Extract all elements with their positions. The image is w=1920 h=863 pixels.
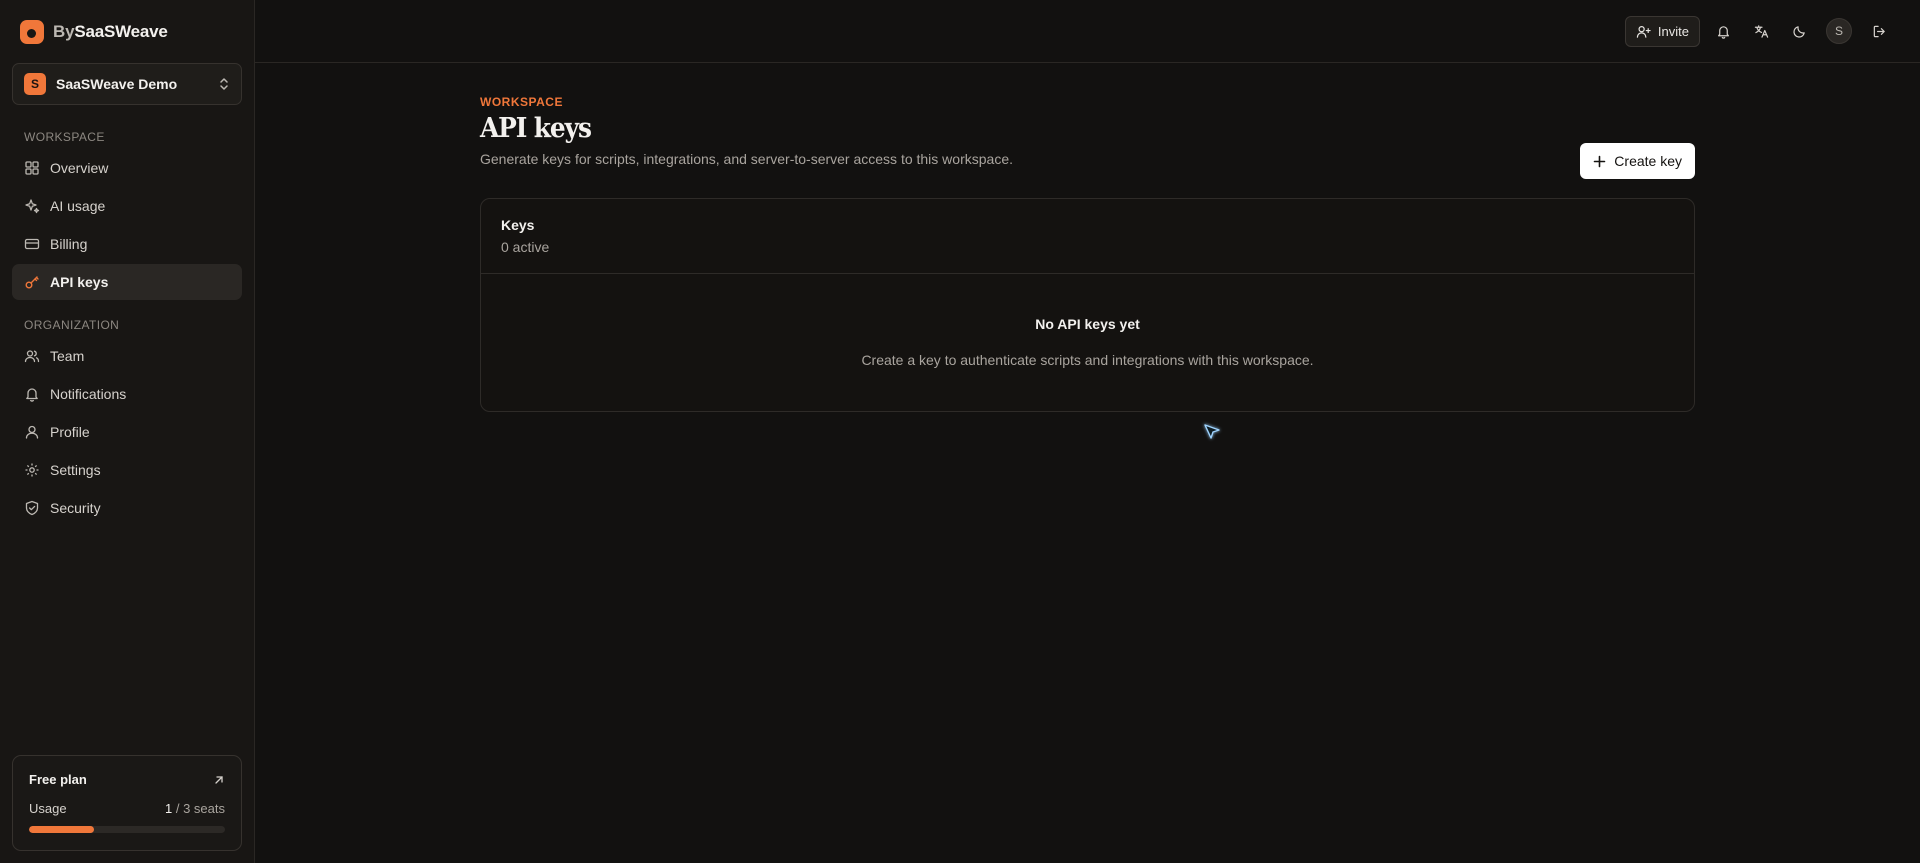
bell-icon — [1717, 25, 1729, 39]
sidebar-item-label: Notifications — [50, 386, 127, 402]
plan-title: Free plan — [29, 772, 87, 787]
keys-card: Keys 0 active No API keys yet Create a k… — [480, 198, 1695, 412]
user-avatar[interactable]: S — [1826, 18, 1852, 44]
brand-prefix: By — [53, 21, 75, 41]
keys-active-count: 0 active — [501, 239, 550, 255]
moon-icon — [1792, 25, 1805, 38]
nav-heading-organization: ORGANIZATION — [24, 318, 120, 332]
create-key-label: Create key — [1614, 153, 1682, 169]
page-content: WORKSPACE API keys Generate keys for scr… — [480, 95, 1695, 412]
grid-icon — [25, 161, 39, 175]
invite-button[interactable]: Invite — [1624, 15, 1700, 47]
plus-icon — [1593, 155, 1606, 167]
sidebar-item-label: Billing — [50, 236, 88, 252]
shield-icon — [25, 500, 39, 516]
workspace-nav: WORKSPACE Overview AI usage Billing API … — [0, 130, 254, 300]
page-title: API keys — [480, 113, 592, 144]
keys-card-header: Keys 0 active — [481, 199, 1694, 274]
sidebar-item-label: Team — [50, 348, 85, 364]
sidebar-item-billing[interactable]: Billing — [12, 226, 242, 262]
workspace-name: SaaSWeave Demo — [56, 76, 178, 92]
empty-state-description: Create a key to authenticate scripts and… — [861, 352, 1314, 368]
create-key-button[interactable]: Create key — [1580, 143, 1695, 179]
sparkles-icon — [25, 199, 40, 214]
logout-icon — [1873, 25, 1885, 37]
empty-state-title: No API keys yet — [1035, 316, 1140, 332]
chevron-up-down-icon — [220, 78, 228, 90]
mouse-cursor-icon — [1204, 424, 1220, 439]
usage-progress-fill — [29, 826, 94, 833]
users-icon — [24, 350, 40, 363]
sidebar-item-label: Settings — [50, 462, 101, 478]
sidebar-item-overview[interactable]: Overview — [12, 150, 242, 186]
translate-icon — [1754, 24, 1768, 38]
usage-progress-bar — [29, 826, 225, 833]
usage-total: 3 seats — [183, 801, 225, 816]
user-icon — [25, 425, 39, 439]
sidebar-item-security[interactable]: Security — [12, 490, 242, 526]
page-eyebrow: WORKSPACE — [480, 95, 563, 109]
workspace-avatar: S — [24, 73, 46, 95]
sidebar-item-label: Overview — [50, 160, 109, 176]
logout-button[interactable] — [1864, 16, 1894, 46]
language-button[interactable] — [1746, 16, 1776, 46]
sidebar-item-label: API keys — [50, 274, 109, 290]
sidebar-item-profile[interactable]: Profile — [12, 414, 242, 450]
sidebar-item-team[interactable]: Team — [12, 338, 242, 374]
sidebar-item-api-keys[interactable]: API keys — [12, 264, 242, 300]
usage-count: 1 / 3 seats — [165, 801, 225, 816]
brand-name: BySaaSWeave — [53, 22, 168, 42]
plan-card: Free plan Usage 1 / 3 seats — [12, 755, 242, 851]
main-area: Invite S WORKSPACE API keys Generate key… — [255, 0, 1920, 863]
credit-card-icon — [24, 238, 40, 250]
bell-icon — [26, 388, 38, 402]
keys-title: Keys — [501, 217, 535, 233]
sidebar: BySaaSWeave S SaaSWeave Demo WORKSPACE O… — [0, 0, 255, 863]
sidebar-item-ai-usage[interactable]: AI usage — [12, 188, 242, 224]
workspace-switcher[interactable]: S SaaSWeave Demo — [12, 63, 242, 105]
brand[interactable]: BySaaSWeave — [0, 0, 254, 63]
theme-toggle-button[interactable] — [1784, 16, 1814, 46]
usage-label: Usage — [29, 801, 67, 816]
notifications-button[interactable] — [1708, 16, 1738, 46]
sidebar-item-label: Security — [50, 500, 101, 516]
gear-icon — [25, 463, 39, 477]
empty-state: No API keys yet Create a key to authenti… — [481, 274, 1694, 411]
key-icon — [25, 276, 39, 289]
app-root: BySaaSWeave S SaaSWeave Demo WORKSPACE O… — [0, 0, 1920, 863]
page-description: Generate keys for scripts, integrations,… — [480, 151, 1013, 167]
sidebar-item-label: Profile — [50, 424, 90, 440]
brand-title: SaaSWeave — [74, 21, 168, 41]
nav-heading-workspace: WORKSPACE — [24, 130, 105, 144]
usage-used: 1 — [164, 801, 173, 816]
sidebar-item-label: AI usage — [50, 198, 106, 214]
brand-logo-icon — [20, 19, 44, 44]
organization-nav: ORGANIZATION Team Notifications Profile … — [0, 318, 254, 526]
arrow-up-right-icon[interactable] — [213, 774, 225, 786]
user-plus-icon — [1636, 25, 1651, 38]
topbar: Invite S — [255, 0, 1920, 63]
invite-label: Invite — [1657, 23, 1689, 39]
usage-separator: / — [175, 801, 180, 816]
sidebar-item-notifications[interactable]: Notifications — [12, 376, 242, 412]
sidebar-item-settings[interactable]: Settings — [12, 452, 242, 488]
